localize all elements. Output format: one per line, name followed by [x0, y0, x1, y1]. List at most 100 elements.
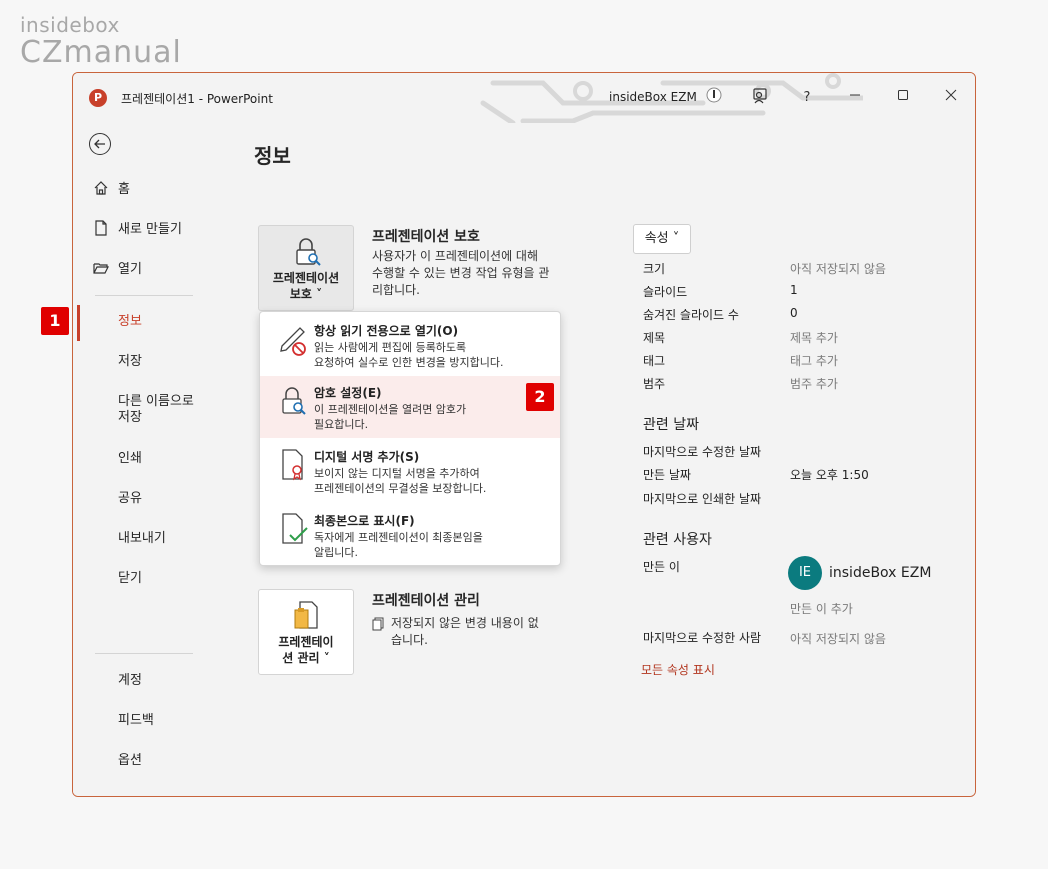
new-document-icon — [95, 219, 107, 236]
sidebar-item-print[interactable]: 인쇄 — [118, 451, 142, 467]
menu-item-desc-line1: 독자에게 프레젠테이션이 최종본임을 — [314, 531, 483, 544]
avatar[interactable]: IE — [788, 556, 822, 590]
close-icon[interactable] — [940, 87, 962, 109]
menu-item-desc-line2: 알립니다. — [314, 546, 358, 559]
prop-value-category[interactable]: 범주 추가 — [790, 375, 838, 392]
menu-item-mark-as-final[interactable]: 최종본으로 표시(F) 독자에게 프레젠테이션이 최종본임을 알립니다. — [260, 504, 560, 564]
sidebar-item-info[interactable]: 정보 — [118, 314, 142, 330]
menu-item-always-read-only[interactable]: 항상 읽기 전용으로 열기(O) 읽는 사람에게 편집에 등록하도록 요청하여 … — [260, 314, 560, 374]
sidebar-item-export[interactable]: 내보내기 — [118, 531, 166, 547]
properties-dropdown-button[interactable]: 속성 ˅ — [633, 224, 691, 254]
protect-dropdown-menu: 항상 읽기 전용으로 열기(O) 읽는 사람에게 편집에 등록하도록 요청하여 … — [259, 311, 561, 566]
prop-label-category: 범주 — [643, 377, 666, 391]
signed-in-user[interactable]: insideBox EZM — [609, 90, 697, 104]
menu-item-title: 항상 읽기 전용으로 열기(O) — [314, 324, 459, 338]
protect-section-desc-3: 리합니다. — [372, 283, 420, 297]
prop-label-hidden-slides: 숨겨진 슬라이드 수 — [643, 308, 739, 322]
watermark-logo: insidebox CZmanual — [20, 14, 182, 70]
menu-item-desc: 읽는 사람에게 편집에 등록하도록 요청하여 실수로 인한 변경을 방지합니다. — [314, 340, 554, 370]
backstage-sidebar: 홈 새로 만들기 열기 정보 저장 다른 이름으로 저장 인쇄 공유 내보내기 … — [73, 123, 213, 796]
protect-button-label-1: 프레젠테이션 — [272, 271, 340, 285]
manage-button-label-1: 프레젠테이 — [278, 635, 334, 649]
document-versions-icon — [372, 617, 384, 631]
manage-button-label-2: 션 관리 ˅ — [282, 651, 330, 665]
sidebar-item-close[interactable]: 닫기 — [118, 571, 142, 587]
home-icon — [94, 180, 108, 195]
sidebar-item-label: 홈 — [118, 182, 130, 197]
signature-ribbon-icon — [282, 449, 303, 481]
menu-item-desc: 보이지 않는 디지털 서명을 추가하여 프레젠테이션의 무결성을 보장합니다. — [314, 466, 554, 496]
related-dates-heading: 관련 날짜 — [643, 417, 699, 433]
prop-value-tags[interactable]: 태그 추가 — [790, 352, 838, 369]
menu-item-title: 디지털 서명 추가(S) — [314, 450, 420, 464]
title-bar: P 프레젠테이션1 - PowerPoint insideBox EZM ? — [73, 73, 975, 123]
prop-label-title: 제목 — [643, 331, 666, 345]
manage-document-icon — [294, 601, 318, 629]
window-title: 프레젠테이션1 - PowerPoint — [121, 92, 273, 106]
prop-label-created: 만든 날짜 — [643, 468, 691, 482]
coauthor-icon[interactable] — [749, 87, 771, 109]
sidebar-item-open[interactable]: 열기 — [93, 258, 142, 277]
sidebar-item-feedback[interactable]: 피드백 — [118, 713, 154, 729]
prop-label-last-modified-by: 마지막으로 수정한 사람 — [643, 631, 762, 645]
read-only-pencil-icon — [280, 327, 306, 356]
sidebar-item-account[interactable]: 계정 — [118, 673, 142, 689]
sidebar-item-save[interactable]: 저장 — [118, 354, 142, 370]
sidebar-item-options[interactable]: 옵션 — [118, 753, 142, 769]
powerpoint-app-icon: P — [89, 89, 107, 107]
watermark-line1: insidebox — [20, 13, 120, 37]
prop-label-slides: 슬라이드 — [643, 285, 688, 299]
menu-item-desc-line2: 프레젠테이션의 무결성을 보장합니다. — [314, 482, 487, 495]
step-badge-1: 1 — [41, 307, 69, 335]
menu-item-title: 최종본으로 표시(F) — [314, 514, 415, 528]
protect-section-desc-1: 사용자가 이 프레젠테이션에 대해 — [372, 249, 539, 263]
final-check-icon — [282, 513, 308, 544]
active-indicator — [77, 305, 80, 341]
protect-presentation-button[interactable]: 프레젠테이션 보호 ˅ — [258, 225, 354, 311]
prop-value-size: 아직 저장되지 않음 — [790, 262, 886, 276]
info-pane: 정보 프레젠테이션 보호 ˅ 프레젠테이션 보호 사용자가 이 프레젠테이션에 … — [213, 123, 975, 796]
sidebar-divider — [95, 295, 193, 296]
prop-label-last-modified: 마지막으로 수정한 날짜 — [643, 445, 762, 459]
menu-item-desc-line2: 필요합니다. — [314, 418, 369, 431]
powerpoint-window: P 프레젠테이션1 - PowerPoint insideBox EZM ? 홈 — [72, 72, 976, 797]
menu-item-desc: 이 프레젠테이션을 열려면 암호가 필요합니다. — [314, 402, 554, 432]
show-all-properties-link[interactable]: 모든 속성 표시 — [641, 661, 715, 678]
prop-label-size: 크기 — [643, 262, 666, 276]
manage-section-desc-2: 습니다. — [391, 633, 428, 647]
prop-label-tags: 태그 — [643, 354, 666, 368]
mic-icon[interactable] — [703, 87, 725, 109]
menu-item-desc-line1: 보이지 않는 디지털 서명을 추가하여 — [314, 467, 480, 480]
prop-value-hidden-slides: 0 — [790, 306, 798, 320]
sidebar-item-label: 새로 만들기 — [118, 222, 182, 237]
help-icon[interactable]: ? — [796, 87, 818, 109]
protect-button-label-2: 보호 ˅ — [289, 287, 323, 301]
protect-section-desc-2: 수행할 수 있는 변경 작업 유형을 관 — [372, 266, 550, 280]
protect-section-title: 프레젠테이션 보호 — [372, 229, 480, 245]
sidebar-item-new[interactable]: 새로 만들기 — [93, 218, 182, 237]
lock-key-icon — [296, 238, 321, 266]
watermark-line2: CZmanual — [20, 35, 182, 70]
menu-item-desc-line1: 이 프레젠테이션을 열려면 암호가 — [314, 403, 467, 416]
prop-label-author: 만든 이 — [643, 560, 680, 574]
menu-item-encrypt-password[interactable]: 암호 설정(E) 이 프레젠테이션을 열려면 암호가 필요합니다. 2 — [260, 376, 560, 438]
back-arrow-icon[interactable] — [89, 133, 111, 155]
minimize-icon[interactable] — [844, 87, 866, 109]
prop-value-title[interactable]: 제목 추가 — [790, 329, 838, 346]
manage-section-title: 프레젠테이션 관리 — [372, 593, 480, 609]
manage-presentation-button[interactable]: 프레젠테이 션 관리 ˅ — [258, 589, 354, 675]
sidebar-item-save-as[interactable]: 다른 이름으로 저장 — [118, 394, 194, 426]
restore-icon[interactable] — [892, 87, 914, 109]
sidebar-divider — [95, 653, 193, 654]
sidebar-item-home[interactable]: 홈 — [93, 178, 130, 197]
folder-open-icon — [93, 262, 109, 274]
manage-section-desc-1: 저장되지 않은 변경 내용이 없 — [391, 616, 539, 630]
prop-value-last-modified-by: 아직 저장되지 않음 — [790, 632, 886, 646]
sidebar-item-label: 열기 — [118, 262, 142, 277]
lock-key-icon — [282, 387, 306, 415]
menu-item-digital-signature[interactable]: 디지털 서명 추가(S) 보이지 않는 디지털 서명을 추가하여 프레젠테이션의… — [260, 440, 560, 502]
sidebar-item-share[interactable]: 공유 — [118, 491, 142, 507]
add-author-link[interactable]: 만든 이 추가 — [790, 600, 853, 617]
step-badge-2: 2 — [526, 383, 554, 411]
menu-item-title: 암호 설정(E) — [314, 386, 382, 400]
